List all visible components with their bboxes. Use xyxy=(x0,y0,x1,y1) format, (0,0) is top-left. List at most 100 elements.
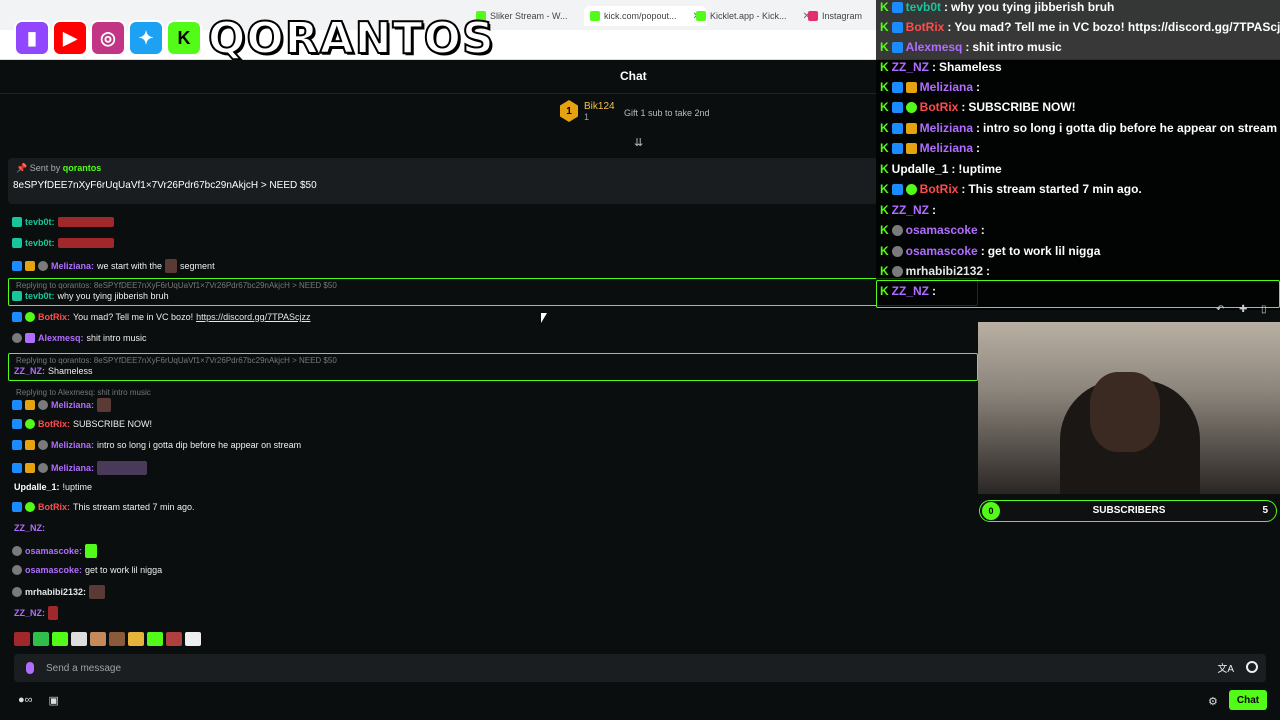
kick-icon xyxy=(590,11,600,21)
overlay-message: K ZZ_NZ: xyxy=(880,203,937,217)
chat-username[interactable]: Meliziana: xyxy=(51,261,94,271)
overlay-message: K BotRix: You mad? Tell me in VC bozo! htt… xyxy=(880,20,1280,34)
overlay-username: osamascoke xyxy=(905,244,978,258)
message-text: segment xyxy=(180,261,215,271)
emote-icon xyxy=(89,585,106,599)
chat-username[interactable]: Alexmesq: xyxy=(38,333,84,343)
overlay-text: Shameless xyxy=(939,60,1002,74)
message-input-wrapper: 文A xyxy=(14,654,1266,682)
reply-context[interactable]: Replying to qorantos: 8eSPYfDEE7nXyF6rUq… xyxy=(16,281,337,290)
kick-icon: K xyxy=(880,0,889,14)
vip-badge-icon xyxy=(891,21,903,33)
leader-count: 1 xyxy=(584,111,590,122)
chat-username[interactable]: Meliziana: xyxy=(51,440,94,450)
gift-leaderboard[interactable]: 1 Bik124 1 xyxy=(560,100,615,122)
sub-badge-icon xyxy=(38,261,48,271)
emote-icon[interactable] xyxy=(71,632,87,646)
pinned-message: 📌 Sent by qorantos 8eSPYfDEE7nXyF6rUqUaV… xyxy=(8,158,878,204)
emoji-icon[interactable] xyxy=(1246,661,1258,673)
emote-quick-bar[interactable] xyxy=(14,632,201,646)
crown-badge-icon xyxy=(905,122,917,134)
chat-username[interactable]: mrhabibi2132: xyxy=(25,587,86,597)
overlay-username: BotRix xyxy=(919,100,959,114)
gift-icon[interactable]: ▣ xyxy=(49,694,59,707)
chat-username[interactable]: BotRix: xyxy=(38,312,70,322)
pinned-user[interactable]: qorantos xyxy=(63,163,102,173)
message-text: why you tying jibberish bruh xyxy=(57,291,169,301)
chat-message: osamascoke: xyxy=(12,544,98,558)
vip-badge-icon xyxy=(12,261,22,271)
tab-kick-popout[interactable]: kick.com/popout...✕ xyxy=(584,6,707,26)
reply-context[interactable]: Replying to Alexmesq: shit intro music xyxy=(16,388,151,397)
chat-username[interactable]: Meliziana: xyxy=(51,463,94,473)
emote-icon[interactable] xyxy=(128,632,144,646)
send-message-input[interactable] xyxy=(46,654,1196,682)
overlay-text: get to work lil nigga xyxy=(987,244,1101,258)
vip-badge-icon xyxy=(12,463,22,473)
overlay-text: intro so long i gotta dip before he appe… xyxy=(983,121,1278,135)
emote-icon xyxy=(97,461,148,475)
gear-icon[interactable]: ⚙ xyxy=(1208,695,1218,708)
reply-context[interactable]: Replying to qorantos: 8eSPYfDEE7nXyF6rUq… xyxy=(16,356,337,365)
rank-badge: 1 xyxy=(560,100,578,122)
chat-username[interactable]: tevb0t: xyxy=(25,291,55,301)
subscriber-goal-bar: SUBSCRIBERS 0 5 xyxy=(979,500,1277,522)
overlay-username: osamascoke xyxy=(905,223,978,237)
collapse-icon[interactable]: ⇊ xyxy=(634,136,643,149)
chat-username[interactable]: BotRix: xyxy=(38,419,70,429)
gift-badge-icon xyxy=(25,333,35,343)
crown-badge-icon xyxy=(25,440,35,450)
emote-icon[interactable] xyxy=(185,632,201,646)
chat-username[interactable]: ZZ_NZ: xyxy=(14,366,45,376)
discord-link[interactable]: https://discord.gg/7TPAScjzz xyxy=(196,312,310,322)
pinned-text: 8eSPYfDEE7nXyF6rUqUaVf1×7Vr26Pdr67bc29nA… xyxy=(13,180,317,191)
pin-icon[interactable]: ✚ xyxy=(1239,304,1247,315)
twitter-icon: ✦ xyxy=(128,20,164,56)
overlay-username: BotRix xyxy=(905,20,945,34)
mouse-cursor xyxy=(541,313,547,323)
vip-badge-icon xyxy=(12,312,22,322)
delete-icon[interactable]: ▯ xyxy=(1261,304,1267,315)
chat-username[interactable]: tevb0t: xyxy=(25,238,55,248)
vip-badge-icon xyxy=(891,41,903,53)
chat-username[interactable]: Meliziana: xyxy=(51,400,94,410)
overlay-message: K ZZ_NZ: Shameless xyxy=(880,60,1002,74)
chat-username[interactable]: osamascoke: xyxy=(25,565,82,575)
points-icon[interactable]: ●∞ xyxy=(18,694,33,707)
emote-icon[interactable] xyxy=(166,632,182,646)
emote-icon[interactable] xyxy=(52,632,68,646)
emote-icon[interactable] xyxy=(147,632,163,646)
reply-icon[interactable]: ↶ xyxy=(1216,304,1224,315)
kick-icon: K xyxy=(880,100,889,114)
kick-icon: K xyxy=(166,20,202,56)
chat-username[interactable]: Updalle_1: xyxy=(14,482,60,492)
mic-icon[interactable] xyxy=(26,662,34,674)
emote-icon[interactable] xyxy=(90,632,106,646)
kick-icon: K xyxy=(880,20,889,34)
tab-instagram[interactable]: Instagram xyxy=(808,6,862,26)
emote-icon[interactable] xyxy=(109,632,125,646)
chat-username[interactable]: ZZ_NZ: xyxy=(14,608,45,618)
gift-sub-text[interactable]: Gift 1 sub to take 2nd xyxy=(624,108,710,118)
chat-header: Chat xyxy=(0,60,880,94)
chat-username[interactable]: ZZ_NZ: xyxy=(14,523,45,533)
emote-icon[interactable] xyxy=(33,632,49,646)
message-text: SUBSCRIBE NOW! xyxy=(73,419,153,429)
chat-username[interactable]: tevb0t: xyxy=(25,217,55,227)
chat-username[interactable]: BotRix: xyxy=(38,502,70,512)
translate-icon[interactable]: 文A xyxy=(1217,660,1234,675)
tab-kicklet[interactable]: Kicklet.app - Kick... ✕ xyxy=(696,6,811,26)
streamer-head xyxy=(1090,372,1160,452)
kick-icon: K xyxy=(880,80,889,94)
chat-message: Updalle_1: !uptime xyxy=(14,482,92,492)
sub-badge-icon xyxy=(891,224,903,236)
emote-icon[interactable] xyxy=(14,632,30,646)
chat-send-button[interactable]: Chat xyxy=(1229,690,1267,710)
chat-username[interactable]: osamascoke: xyxy=(25,546,82,556)
overlay-text: why you tying jibberish bruh xyxy=(951,0,1115,14)
crown-badge-icon xyxy=(905,81,917,93)
chat-message: ZZ_NZ: Shameless xyxy=(14,366,93,376)
emote-icon xyxy=(165,259,178,273)
kick-icon: K xyxy=(880,141,889,155)
leader-name: Bik124 xyxy=(584,100,615,112)
